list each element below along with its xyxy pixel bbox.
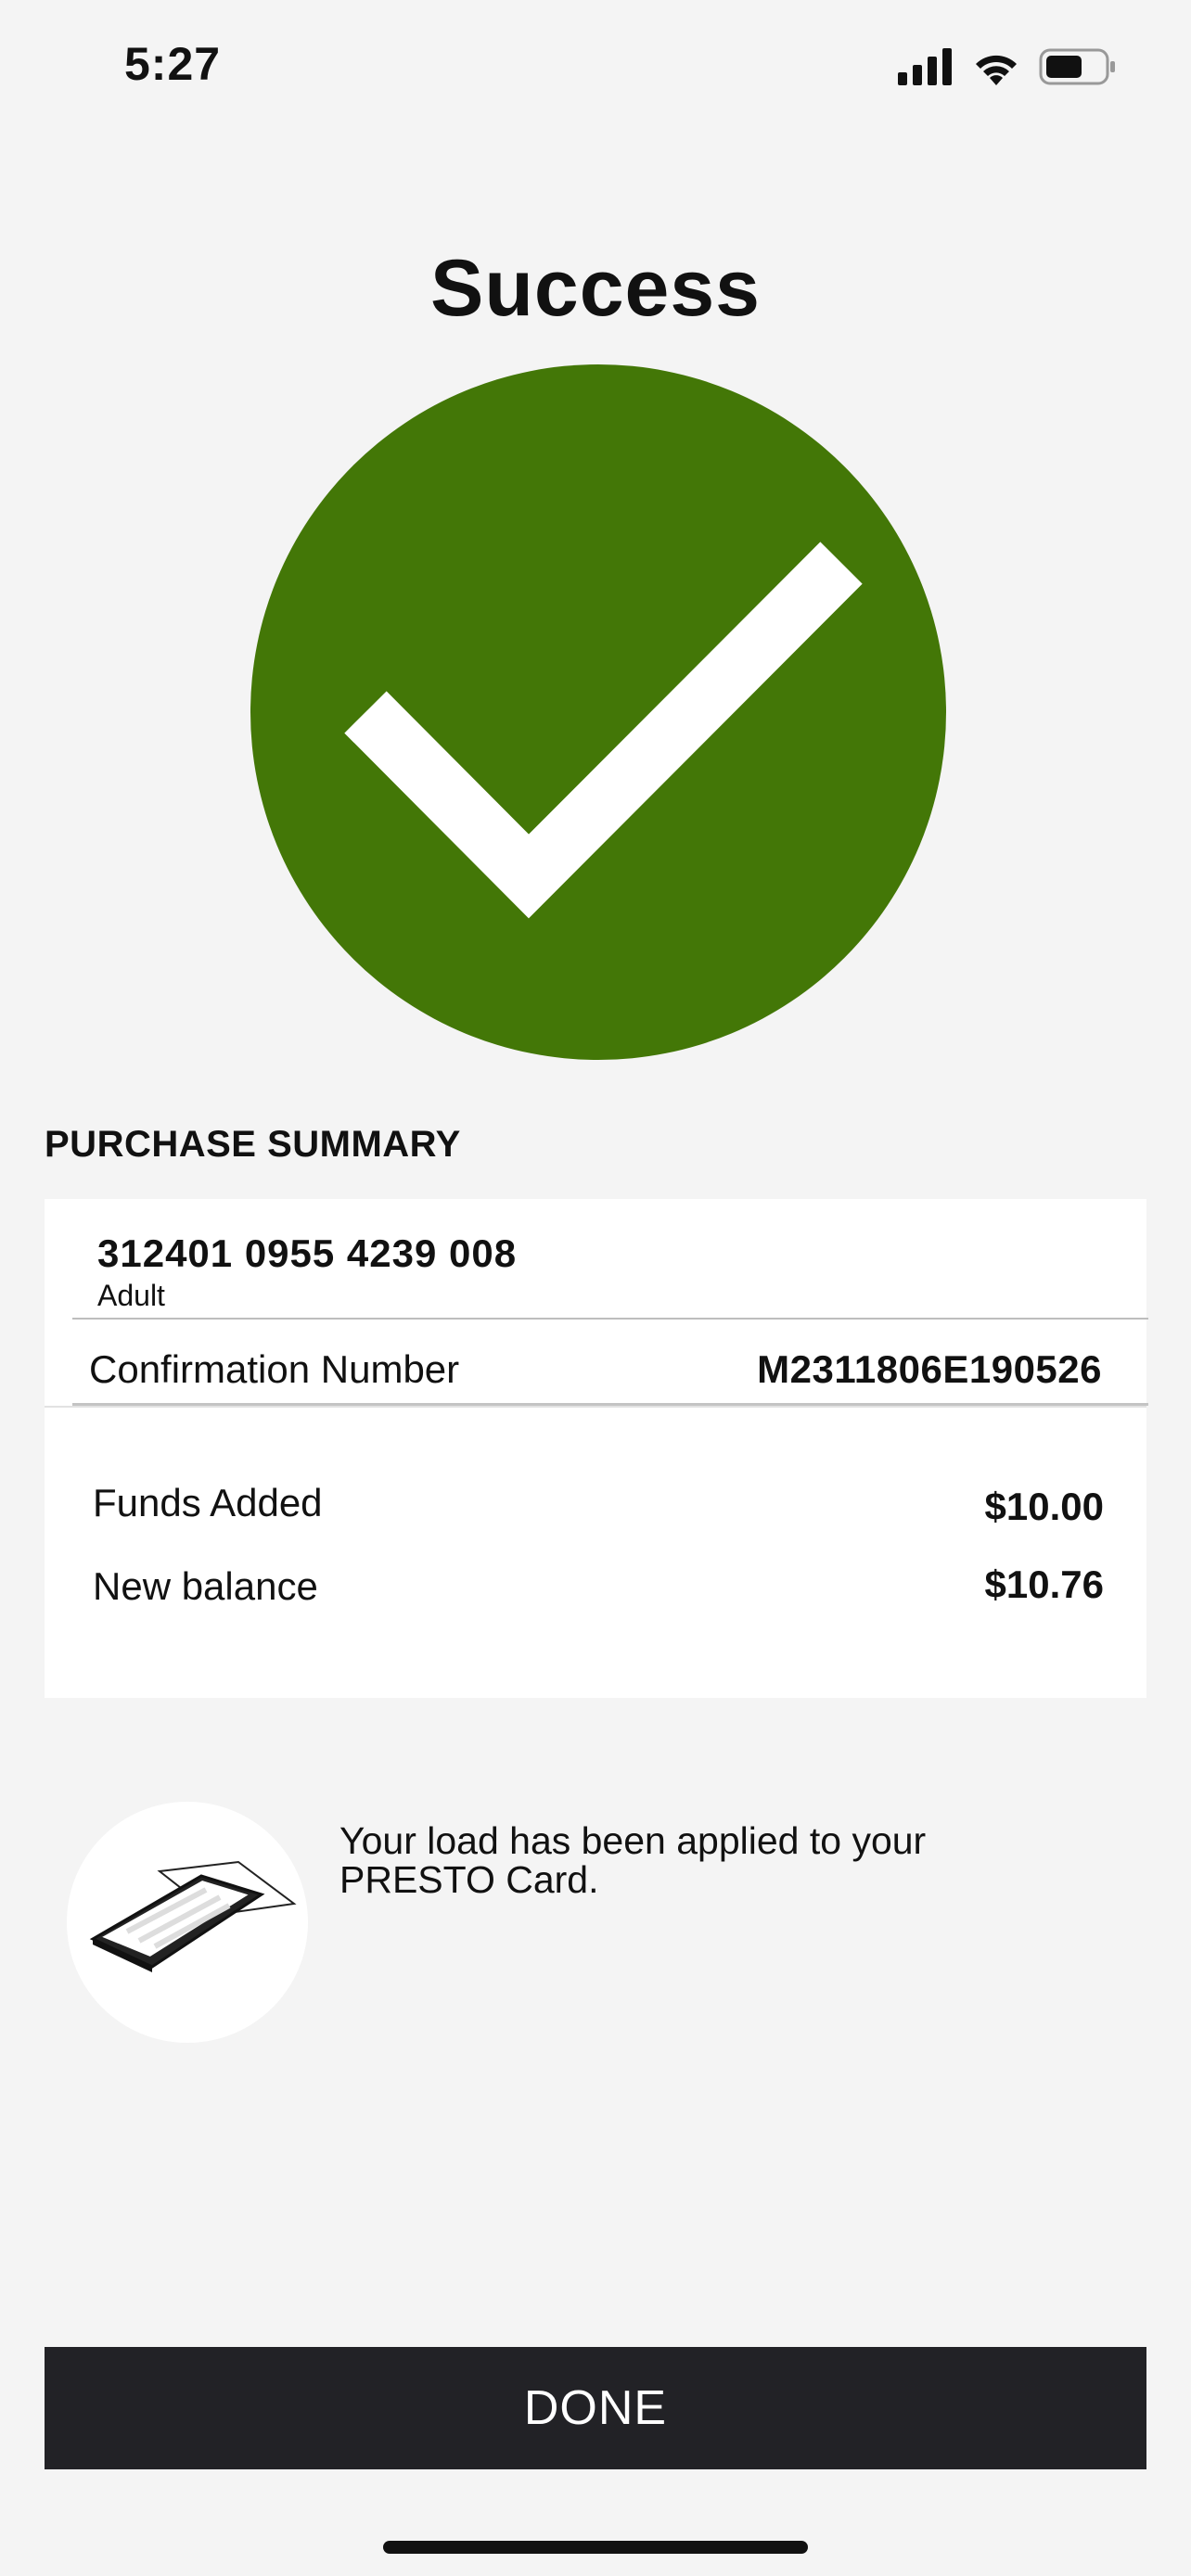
- signal-icon: [898, 48, 952, 85]
- funds-added-label: Funds Added: [93, 1481, 323, 1524]
- divider: [72, 1318, 1148, 1320]
- home-indicator[interactable]: [383, 2541, 808, 2554]
- purchase-summary-card: 312401 0955 4239 008 Adult Confirmation …: [45, 1199, 1148, 1698]
- confirmation-value: M2311806E190526: [757, 1347, 1102, 1391]
- success-screen: 5:27 Success PURCHASE SUMMARY 312401 095…: [0, 0, 1191, 2576]
- confirmation-label: Confirmation Number: [89, 1347, 460, 1391]
- new-balance-value: $10.76: [984, 1562, 1104, 1606]
- phone-tap-card-icon: [89, 1860, 297, 1972]
- card-type: Adult: [97, 1279, 165, 1312]
- new-balance-label: New balance: [93, 1564, 318, 1608]
- wifi-icon: [976, 55, 1017, 85]
- card-number: 312401 0955 4239 008: [97, 1231, 518, 1275]
- info-illustration: [67, 1802, 308, 2043]
- funds-added-value: $10.00: [984, 1485, 1104, 1528]
- info-message: Your load has been applied to your PREST…: [339, 1819, 927, 1901]
- checkmark-icon: [250, 364, 946, 1060]
- page-title: Success: [429, 244, 762, 333]
- divider: [45, 1406, 1146, 1408]
- purchase-summary-heading: PURCHASE SUMMARY: [45, 1124, 461, 1165]
- status-icons: [898, 43, 1117, 91]
- status-time: 5:27: [124, 38, 222, 90]
- battery-icon: [1039, 48, 1115, 85]
- done-button[interactable]: DONE: [45, 2347, 1146, 2469]
